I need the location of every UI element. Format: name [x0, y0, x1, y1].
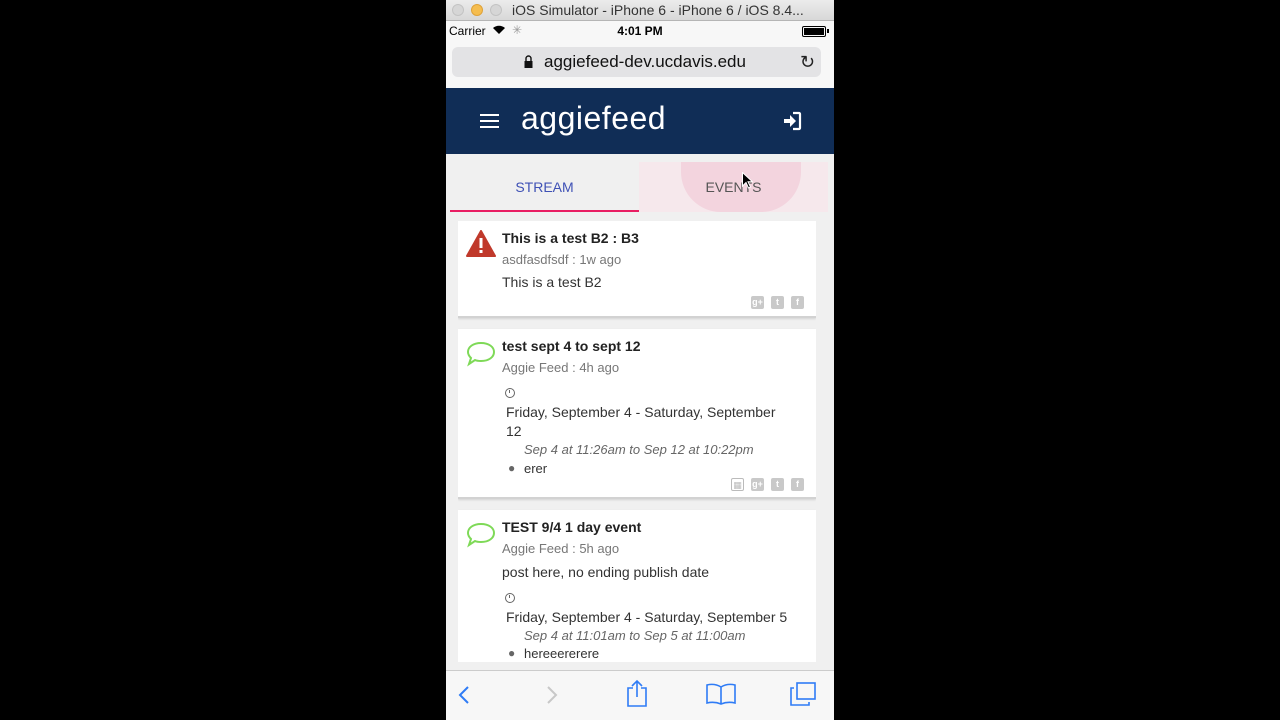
close-window-button[interactable] — [452, 4, 464, 16]
google-plus-icon[interactable]: g+ — [751, 478, 764, 491]
url-field[interactable]: aggiefeed-dev.ucdavis.edu ↻ — [452, 47, 821, 77]
window-titlebar: iOS Simulator - iPhone 6 - iPhone 6 / iO… — [446, 0, 834, 21]
card-meta: Aggie Feed : 4h ago — [502, 360, 620, 375]
card-meta: asdfasdfsdf : 1w ago — [502, 252, 622, 267]
status-time: 4:01 PM — [617, 24, 663, 38]
event-date: Friday, September 4 - Saturday, Septembe… — [506, 403, 806, 441]
tab-stream[interactable]: STREAM — [450, 162, 639, 212]
mouse-cursor-icon — [742, 172, 753, 189]
card-title[interactable]: This is a test B2 : B3 — [502, 230, 639, 246]
forward-icon[interactable] — [546, 685, 558, 705]
ios-status-bar: Carrier ✳ 4:01 PM — [446, 21, 834, 41]
warning-icon — [466, 230, 496, 257]
lock-icon — [524, 55, 533, 68]
safari-toolbar — [446, 670, 834, 720]
safari-address-bar: aggiefeed-dev.ucdavis.edu ↻ — [446, 41, 834, 88]
tab-events-label: EVENTS — [705, 179, 762, 195]
share-buttons: ▦ g+ t f — [724, 478, 804, 492]
twitter-icon[interactable]: t — [771, 296, 784, 309]
event-location: hereeererere — [524, 646, 600, 661]
event-date-line1: Friday, September 4 - Saturday, Septembe… — [506, 404, 776, 420]
zoom-window-button[interactable] — [490, 4, 502, 16]
back-icon[interactable] — [458, 685, 470, 705]
brand-logo: aggiefeed — [521, 100, 667, 136]
reload-icon[interactable]: ↻ — [800, 52, 815, 73]
battery-tip — [827, 29, 829, 33]
feed-card[interactable]: test sept 4 to sept 12 Aggie Feed : 4h a… — [458, 329, 816, 499]
feed-card[interactable]: This is a test B2 : B3 asdfasdfsdf : 1w … — [458, 221, 816, 318]
tab-stream-label: STREAM — [515, 179, 574, 195]
minimize-window-button[interactable] — [471, 4, 483, 16]
map-pin-icon: ● — [508, 461, 516, 475]
card-body: post here, no ending publish date — [502, 564, 710, 580]
tabs-icon[interactable] — [790, 682, 816, 706]
share-icon[interactable] — [625, 679, 649, 707]
window-title: iOS Simulator - iPhone 6 - iPhone 6 / iO… — [512, 2, 804, 18]
app-header: aggiefeed — [446, 88, 834, 154]
event-time: Sep 4 at 11:01am to Sep 5 at 11:00am — [524, 628, 746, 643]
card-meta: Aggie Feed : 5h ago — [502, 541, 620, 556]
event-date-line2: 12 — [506, 423, 522, 439]
card-body: This is a test B2 — [502, 274, 602, 290]
feed-list: This is a test B2 : B3 asdfasdfsdf : 1w … — [458, 221, 816, 662]
hamburger-menu-icon[interactable] — [480, 114, 499, 128]
clock-icon — [505, 593, 515, 603]
share-buttons: g+ t f — [744, 296, 804, 310]
card-title[interactable]: TEST 9/4 1 day event — [502, 519, 641, 535]
speech-bubble-icon — [466, 341, 496, 367]
clock-icon — [505, 388, 515, 398]
event-date: Friday, September 4 - Saturday, Septembe… — [506, 609, 788, 625]
url-text: aggiefeed-dev.ucdavis.edu — [544, 52, 746, 71]
google-plus-icon[interactable]: g+ — [751, 296, 764, 309]
bookmarks-icon[interactable] — [706, 683, 736, 705]
simulator-window: iOS Simulator - iPhone 6 - iPhone 6 / iO… — [446, 0, 834, 720]
battery-icon — [802, 26, 826, 37]
map-pin-icon: ● — [508, 646, 516, 660]
sign-in-icon[interactable] — [782, 111, 802, 131]
tab-events[interactable]: EVENTS — [639, 162, 828, 212]
event-time: Sep 4 at 11:26am to Sep 12 at 10:22pm — [524, 442, 754, 457]
speech-bubble-icon — [466, 522, 496, 548]
facebook-icon[interactable]: f — [791, 478, 804, 491]
card-title[interactable]: test sept 4 to sept 12 — [502, 338, 641, 354]
twitter-icon[interactable]: t — [771, 478, 784, 491]
facebook-icon[interactable]: f — [791, 296, 804, 309]
feed-card[interactable]: TEST 9/4 1 day event Aggie Feed : 5h ago… — [458, 510, 816, 662]
event-location: erer — [524, 461, 548, 476]
calendar-icon[interactable]: ▦ — [731, 478, 744, 491]
tab-bar: STREAM EVENTS — [450, 162, 828, 212]
